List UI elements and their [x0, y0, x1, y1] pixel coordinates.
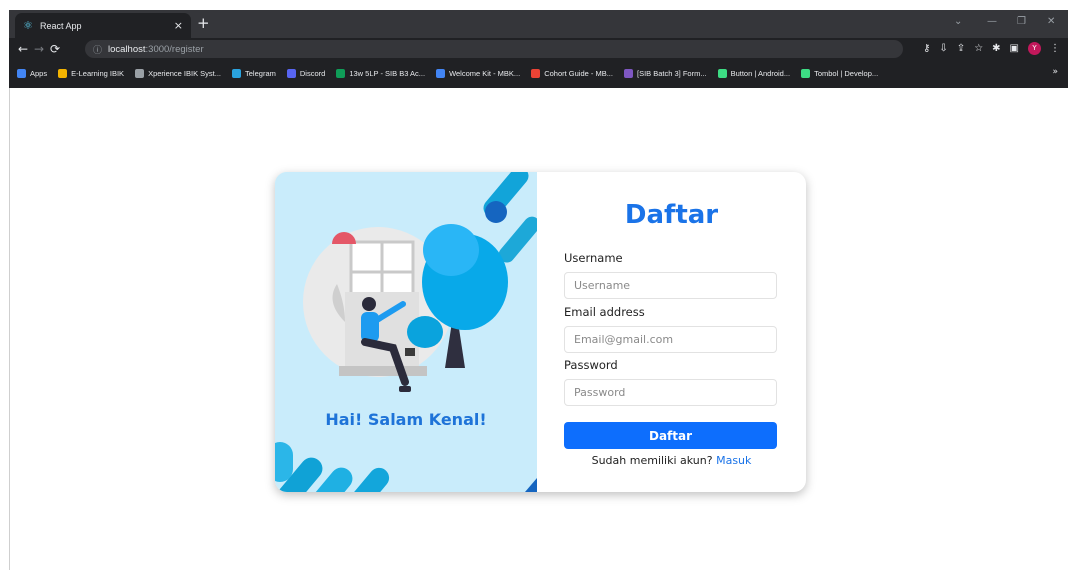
address-bar[interactable]: ⓘ localhost:3000/register [85, 40, 903, 58]
illustration-panel: Hai! Salam Kenal! [275, 172, 537, 492]
bookmark-item[interactable]: Apps [17, 68, 48, 78]
bookmark-label: E-Learning IBIK [71, 68, 125, 78]
form-title: Daftar [624, 200, 719, 230]
bookmark-favicon-icon [336, 68, 346, 78]
bookmark-favicon-icon [58, 68, 68, 78]
greeting-text: Hai! Salam Kenal! [325, 410, 487, 429]
new-tab-icon[interactable]: + [197, 16, 210, 31]
bookmarks-bar: Apps E-Learning IBIK Xperience IBIK Syst..… [9, 61, 1068, 85]
register-card: Hai! Salam Kenal! Daftar Username Email … [275, 172, 806, 492]
forward-icon[interactable]: → [31, 43, 47, 55]
username-input[interactable] [564, 272, 777, 299]
email-label: Email address [564, 305, 645, 319]
bookmark-item[interactable]: Cohort Guide - MB... [531, 68, 613, 78]
tab-close-icon[interactable]: × [174, 20, 183, 31]
bookmark-label: 13w 5LP - SIB B3 Ac... [349, 68, 426, 78]
bookmark-item[interactable]: Xperience IBIK Syst... [135, 68, 222, 78]
bookmark-label: Telegram [245, 68, 276, 78]
bookmark-favicon-icon [531, 68, 541, 78]
bookmark-star-icon[interactable]: ☆ [974, 43, 983, 55]
login-prompt-line: Sudah memiliki akun? Masuk [537, 454, 806, 467]
bookmark-label: Tombol | Develop... [814, 68, 879, 78]
toolbar-actions: ⚷ ⇩ ⇪ ☆ ✱ ▣ Y ⋮ [923, 42, 1060, 55]
close-window-icon[interactable]: ✕ [1047, 17, 1055, 27]
install-icon[interactable]: ⇩ [939, 43, 947, 55]
bookmark-item[interactable]: Welcome Kit - MBK... [436, 68, 521, 78]
tab-search-icon[interactable]: ⌄ [954, 17, 962, 27]
bookmark-label: Cohort Guide - MB... [544, 68, 613, 78]
url-path: :3000/register [145, 43, 204, 55]
username-label: Username [564, 251, 623, 265]
bookmark-favicon-icon [17, 68, 26, 78]
bookmark-favicon-icon [623, 68, 633, 78]
page: ⚛ React App × + ⌄ — ❐ ✕ ← → ⟳ ⓘ localhos… [0, 0, 1068, 570]
browser-tab[interactable]: ⚛ React App × [15, 13, 191, 38]
browser-chrome: ⚛ React App × + ⌄ — ❐ ✕ ← → ⟳ ⓘ localhos… [9, 10, 1068, 88]
register-button[interactable]: Daftar [564, 422, 777, 449]
share-icon[interactable]: ⇪ [957, 43, 965, 55]
extensions-icon[interactable]: ✱ [992, 43, 1000, 55]
reload-icon[interactable]: ⟳ [47, 43, 63, 55]
password-label: Password [564, 358, 618, 372]
bookmark-favicon-icon [232, 68, 242, 78]
illustration-image [275, 172, 537, 492]
info-icon[interactable]: ⓘ [93, 43, 102, 56]
email-input[interactable] [564, 326, 777, 353]
bookmark-label: [SIB Batch 3] Form... [636, 68, 707, 78]
bookmark-favicon-icon [286, 68, 296, 78]
restore-icon[interactable]: ❐ [1017, 17, 1026, 27]
bookmark-item[interactable]: Tombol | Develop... [801, 68, 879, 78]
bookmark-favicon-icon [135, 68, 145, 78]
bookmark-label: Discord [299, 68, 326, 78]
bookmark-item[interactable]: [SIB Batch 3] Form... [623, 68, 707, 78]
bookmark-label: Button | Android... [730, 68, 791, 78]
bookmark-label: Xperience IBIK Syst... [148, 68, 222, 78]
bookmark-item[interactable]: Discord [286, 68, 326, 78]
bookmark-item[interactable]: 13w 5LP - SIB B3 Ac... [336, 68, 426, 78]
menu-icon[interactable]: ⋮ [1050, 43, 1060, 55]
login-prompt-text: Sudah memiliki akun? [591, 454, 713, 467]
key-icon[interactable]: ⚷ [923, 43, 930, 55]
bookmark-favicon-icon [717, 68, 727, 78]
side-panel-icon[interactable]: ▣ [1010, 43, 1019, 55]
react-icon: ⚛ [23, 19, 33, 32]
bookmark-item[interactable]: E-Learning IBIK [58, 68, 125, 78]
tab-strip: ⚛ React App × + ⌄ — ❐ ✕ [9, 10, 1068, 38]
browser-toolbar: ← → ⟳ ⓘ localhost:3000/register ⚷ ⇩ ⇪ ☆ … [9, 38, 1068, 60]
profile-avatar[interactable]: Y [1028, 42, 1041, 55]
bookmark-label: Welcome Kit - MBK... [449, 68, 521, 78]
tab-title: React App [40, 20, 82, 31]
window-edge [9, 88, 10, 570]
login-link[interactable]: Masuk [716, 454, 751, 467]
register-form: Daftar Username Email address Password D… [537, 172, 806, 492]
bookmark-favicon-icon [436, 68, 446, 78]
more-bookmarks-icon[interactable]: » [1052, 67, 1058, 77]
back-icon[interactable]: ← [15, 43, 31, 55]
bookmark-label: Apps [30, 68, 48, 78]
minimize-icon[interactable]: — [987, 17, 997, 27]
bookmark-favicon-icon [801, 68, 811, 78]
password-input[interactable] [564, 379, 777, 406]
bookmark-item[interactable]: Button | Android... [717, 68, 791, 78]
url-host: localhost [108, 43, 146, 55]
bookmark-item[interactable]: Telegram [232, 68, 276, 78]
